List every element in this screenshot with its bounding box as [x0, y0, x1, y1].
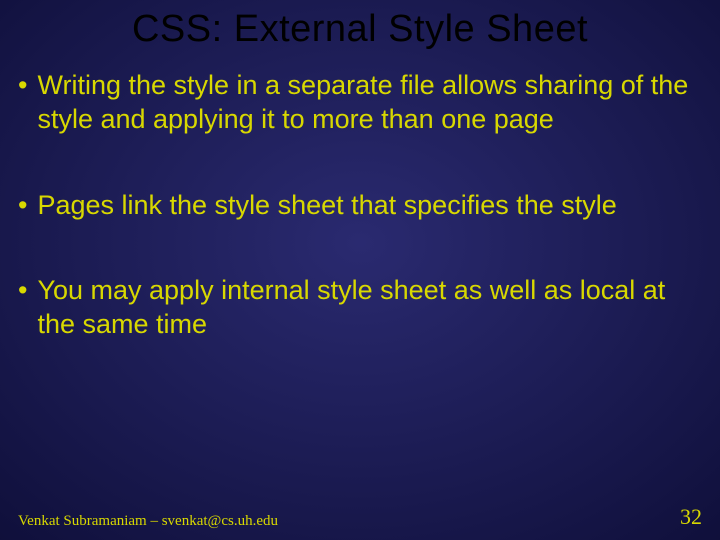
bullet-item: • You may apply internal style sheet as …	[18, 274, 702, 342]
bullet-item: • Pages link the style sheet that specif…	[18, 189, 702, 223]
slide-content: • Writing the style in a separate file a…	[0, 51, 720, 342]
bullet-text: You may apply internal style sheet as we…	[37, 274, 702, 342]
bullet-text: Pages link the style sheet that specifie…	[37, 189, 702, 223]
slide-footer: Venkat Subramaniam – svenkat@cs.uh.edu 3…	[18, 504, 702, 530]
bullet-dot-icon: •	[18, 274, 37, 342]
bullet-dot-icon: •	[18, 189, 37, 223]
slide-title: CSS: External Style Sheet	[0, 0, 720, 51]
page-number: 32	[680, 504, 702, 530]
bullet-text: Writing the style in a separate file all…	[37, 69, 702, 137]
bullet-dot-icon: •	[18, 69, 37, 137]
bullet-item: • Writing the style in a separate file a…	[18, 69, 702, 137]
author-credit: Venkat Subramaniam – svenkat@cs.uh.edu	[18, 513, 278, 530]
